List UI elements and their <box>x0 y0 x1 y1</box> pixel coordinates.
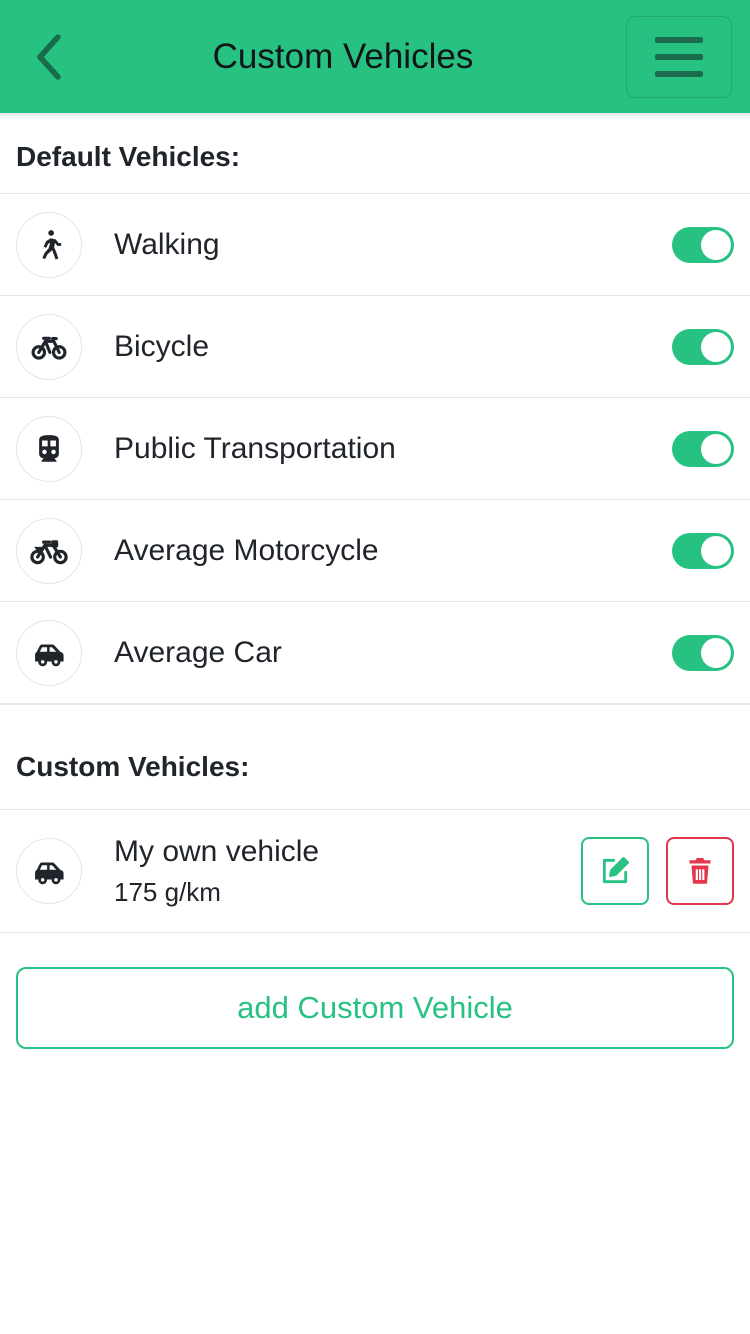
vehicle-row-public-transportation[interactable]: Public Transportation <box>0 398 750 499</box>
custom-vehicle-name: My own vehicle <box>114 834 320 868</box>
custom-vehicle-emissions: 175 g/km <box>114 876 221 907</box>
default-vehicles-heading: Default Vehicles: <box>16 141 241 172</box>
toggle-knob <box>701 229 731 260</box>
hamburger-menu-icon-bar2 <box>655 53 703 60</box>
vehicle-label: Walking <box>114 227 220 261</box>
app-screen: Custom Vehicles Default Vehicles: Walkin… <box>0 0 750 1334</box>
train-icon <box>16 415 82 482</box>
trash-icon <box>685 855 715 887</box>
hamburger-menu-icon <box>655 36 703 43</box>
vehicle-toggle-walking[interactable] <box>672 226 734 263</box>
vehicle-label: Average Motorcycle <box>114 533 379 567</box>
toggle-knob <box>701 433 731 464</box>
car-icon <box>16 838 82 904</box>
vehicle-toggle-public-transportation[interactable] <box>672 430 734 467</box>
page-title: Custom Vehicles <box>212 36 474 76</box>
vehicle-toggle-average-motorcycle[interactable] <box>672 532 734 569</box>
vehicle-row-average-car[interactable]: Average Car <box>0 602 750 703</box>
vehicle-row-bicycle[interactable]: Bicycle <box>0 296 750 397</box>
pencil-square-icon <box>599 855 631 887</box>
motorcycle-icon <box>16 517 82 584</box>
app-header: Custom Vehicles <box>0 0 750 113</box>
vehicle-toggle-bicycle[interactable] <box>672 328 734 365</box>
vehicle-row-average-motorcycle[interactable]: Average Motorcycle <box>0 500 750 601</box>
bicycle-icon <box>16 313 82 380</box>
walking-icon <box>16 211 82 278</box>
car-icon <box>16 619 82 686</box>
add-button-wrapper: add Custom Vehicle <box>0 933 750 1049</box>
hamburger-menu-icon-bar3 <box>655 70 703 77</box>
vehicle-label: Bicycle <box>114 329 210 363</box>
delete-custom-vehicle-button[interactable] <box>666 837 734 905</box>
toggle-knob <box>701 331 731 362</box>
toggle-knob <box>701 535 731 566</box>
add-custom-vehicle-button[interactable]: add Custom Vehicle <box>16 967 734 1049</box>
edit-custom-vehicle-button[interactable] <box>581 837 649 905</box>
vehicle-toggle-average-car[interactable] <box>672 634 734 671</box>
custom-vehicle-actions <box>581 837 734 905</box>
toggle-knob <box>701 637 731 668</box>
custom-vehicle-row[interactable]: My own vehicle 175 g/km <box>0 810 750 932</box>
vehicle-label: Average Car <box>114 635 282 669</box>
vehicle-row-walking[interactable]: Walking <box>0 194 750 295</box>
custom-vehicles-heading: Custom Vehicles: <box>16 751 250 782</box>
custom-vehicle-text: My own vehicle 175 g/km <box>114 835 581 908</box>
hamburger-menu-button[interactable] <box>626 15 732 98</box>
vehicle-label: Public Transportation <box>114 431 396 465</box>
